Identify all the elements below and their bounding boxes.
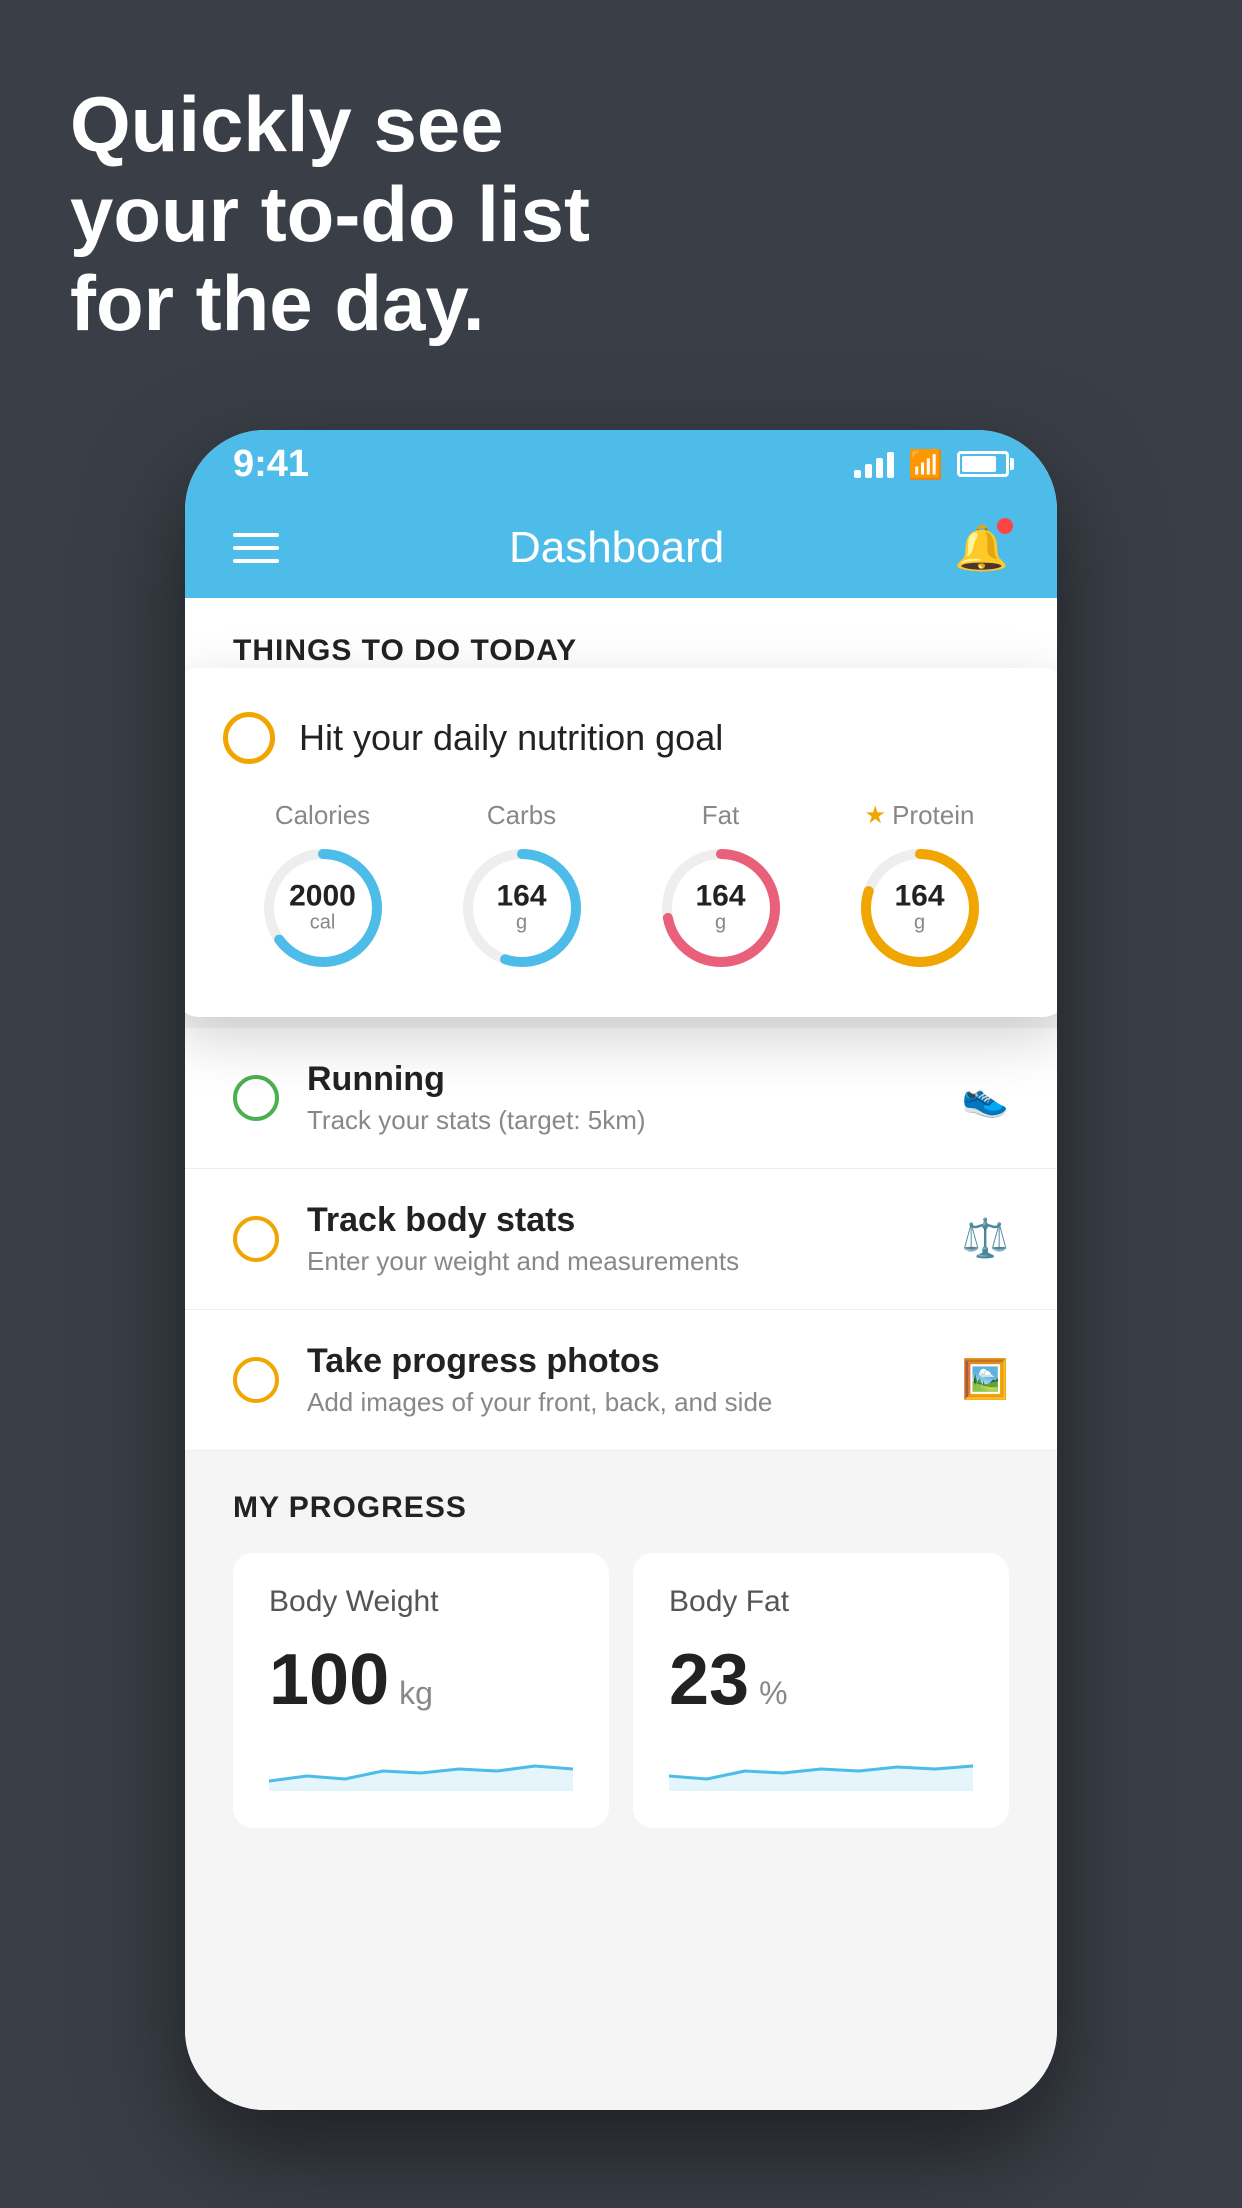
headline-line3: for the day. — [70, 259, 590, 349]
progress-section-title: MY PROGRESS — [233, 1491, 1009, 1525]
ring-value: 164 — [496, 882, 546, 912]
wifi-icon: 📶 — [908, 448, 943, 481]
status-icons: 📶 — [854, 448, 1009, 481]
progress-card-title: Body Fat — [669, 1585, 973, 1619]
nutrition-card[interactable]: Hit your daily nutrition goal Calories 2… — [185, 668, 1057, 1017]
todo-title: Take progress photos — [307, 1342, 934, 1381]
hamburger-menu-button[interactable] — [233, 533, 279, 563]
todo-subtitle: Add images of your front, back, and side — [307, 1387, 934, 1418]
battery-icon — [957, 451, 1009, 477]
progress-card-body_fat[interactable]: Body Fat 23 % — [633, 1553, 1009, 1828]
todo-action-icon: 👟 — [962, 1076, 1009, 1120]
headline: Quickly see your to-do list for the day. — [70, 80, 590, 349]
app-header: Dashboard 🔔 — [185, 498, 1057, 598]
todo-subtitle: Track your stats (target: 5km) — [307, 1105, 934, 1136]
ring-protein: 164 g — [855, 843, 985, 973]
header-title: Dashboard — [509, 523, 724, 573]
todo-text: Track body stats Enter your weight and m… — [307, 1201, 934, 1277]
stat-protein: ★Protein 164 g — [855, 800, 985, 973]
status-time: 9:41 — [233, 443, 309, 486]
ring-carbs: 164 g — [457, 843, 587, 973]
progress-card-body_weight[interactable]: Body Weight 100 kg — [233, 1553, 609, 1828]
content-area: THINGS TO DO TODAY Hit your daily nutrit… — [185, 598, 1057, 2110]
progress-unit: % — [759, 1675, 787, 1712]
ring-fat: 164 g — [656, 843, 786, 973]
progress-value: 23 % — [669, 1639, 973, 1721]
progress-value: 100 kg — [269, 1639, 573, 1721]
ring-value: 164 — [695, 882, 745, 912]
progress-card-title: Body Weight — [269, 1585, 573, 1619]
stat-label-fat: Fat — [702, 800, 740, 831]
ring-unit: g — [496, 912, 546, 935]
stat-carbs: Carbs 164 g — [457, 800, 587, 973]
todo-circle — [233, 1216, 279, 1262]
sparkline — [269, 1741, 573, 1791]
todo-circle — [233, 1075, 279, 1121]
todo-circle — [233, 1357, 279, 1403]
todo-list: Running Track your stats (target: 5km) 👟… — [185, 1028, 1057, 1451]
stat-label-protein: ★Protein — [865, 800, 975, 831]
todo-text: Running Track your stats (target: 5km) — [307, 1060, 934, 1136]
nutrition-check-circle — [223, 712, 275, 764]
ring-unit: cal — [289, 912, 356, 935]
ring-value: 164 — [894, 882, 944, 912]
nutrition-card-header: Hit your daily nutrition goal — [223, 712, 1019, 764]
progress-unit: kg — [399, 1675, 433, 1712]
ring-unit: g — [894, 912, 944, 935]
notification-dot — [997, 518, 1013, 534]
headline-line1: Quickly see — [70, 80, 590, 170]
todo-action-icon: ⚖️ — [962, 1217, 1009, 1261]
headline-line2: your to-do list — [70, 170, 590, 260]
phone-mockup: 9:41 📶 Dashboard 🔔 TH — [185, 430, 1057, 2110]
sparkline — [669, 1741, 973, 1791]
notification-bell-button[interactable]: 🔔 — [954, 522, 1009, 574]
todo-title: Track body stats — [307, 1201, 934, 1240]
stat-fat: Fat 164 g — [656, 800, 786, 973]
stat-calories: Calories 2000 cal — [258, 800, 388, 973]
ring-calories: 2000 cal — [258, 843, 388, 973]
todo-text: Take progress photos Add images of your … — [307, 1342, 934, 1418]
status-bar: 9:41 📶 — [185, 430, 1057, 498]
todo-item-body_stats[interactable]: Track body stats Enter your weight and m… — [185, 1169, 1057, 1310]
star-icon: ★ — [865, 801, 887, 830]
todo-title: Running — [307, 1060, 934, 1099]
nutrition-card-title: Hit your daily nutrition goal — [299, 717, 723, 759]
nutrition-stats: Calories 2000 cal Carbs 164 g Fat — [223, 800, 1019, 973]
signal-icon — [854, 450, 894, 478]
todo-action-icon: 🖼️ — [962, 1358, 1009, 1402]
stat-label-carbs: Carbs — [487, 800, 556, 831]
stat-label-calories: Calories — [275, 800, 370, 831]
todo-subtitle: Enter your weight and measurements — [307, 1246, 934, 1277]
todo-item-running[interactable]: Running Track your stats (target: 5km) 👟 — [185, 1028, 1057, 1169]
progress-number: 100 — [269, 1639, 389, 1721]
progress-number: 23 — [669, 1639, 749, 1721]
progress-cards: Body Weight 100 kg Body Fat 23 % — [233, 1553, 1009, 1828]
ring-value: 2000 — [289, 882, 356, 912]
todo-item-progress_photo[interactable]: Take progress photos Add images of your … — [185, 1310, 1057, 1451]
progress-section: MY PROGRESS Body Weight 100 kg Body Fat … — [185, 1491, 1057, 1828]
ring-unit: g — [695, 912, 745, 935]
